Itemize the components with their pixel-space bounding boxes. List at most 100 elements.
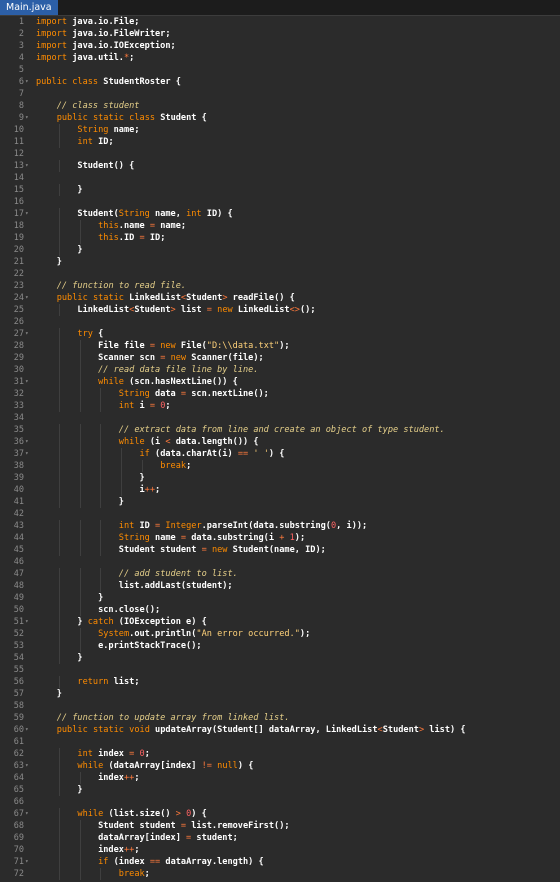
fold-arrow-icon[interactable]: ▾ <box>25 292 33 304</box>
code-line[interactable]: 34 <box>0 412 560 424</box>
fold-arrow-icon[interactable]: ▾ <box>25 328 33 340</box>
fold-arrow-icon[interactable]: ▾ <box>25 436 33 448</box>
code-text[interactable]: } <box>36 472 144 484</box>
code-text[interactable]: index++; <box>36 772 139 784</box>
fold-arrow-icon[interactable]: ▾ <box>25 112 33 124</box>
code-line[interactable]: 62 int index = 0; <box>0 748 560 760</box>
code-line[interactable]: 6 ▾ public class StudentRoster { <box>0 76 560 88</box>
code-line[interactable]: 9 ▾ public static class Student { <box>0 112 560 124</box>
code-line[interactable]: 39 } <box>0 472 560 484</box>
fold-arrow-icon[interactable]: ▾ <box>25 376 33 388</box>
code-text[interactable]: String name; <box>36 124 139 136</box>
code-text[interactable]: } <box>36 688 62 700</box>
code-line[interactable]: 40 i++; <box>0 484 560 496</box>
code-text[interactable]: } <box>36 784 82 796</box>
code-line[interactable]: 8 // class student <box>0 100 560 112</box>
code-text[interactable]: int ID = Integer.parseInt(data.substring… <box>36 520 367 532</box>
code-text[interactable]: int index = 0; <box>36 748 150 760</box>
code-text[interactable]: while (i < data.length()) { <box>36 436 259 448</box>
code-line[interactable]: 25 LinkedList<Student> list = new Linked… <box>0 304 560 316</box>
code-line[interactable]: 11 int ID; <box>0 136 560 148</box>
code-text[interactable]: // read data file line by line. <box>36 364 258 376</box>
code-line[interactable]: 41 } <box>0 496 560 508</box>
code-line[interactable]: 50 scn.close(); <box>0 604 560 616</box>
code-line[interactable]: 52 System.out.println("An error occurred… <box>0 628 560 640</box>
code-text[interactable]: dataArray[index] = student; <box>36 832 238 844</box>
code-text[interactable]: } <box>36 592 103 604</box>
code-line[interactable]: 37 ▾ if (data.charAt(i) == ' ') { <box>0 448 560 460</box>
code-text[interactable]: if (index == dataArray.length) { <box>36 856 264 868</box>
code-line[interactable]: 30 // read data file line by line. <box>0 364 560 376</box>
code-line[interactable]: 5 <box>0 64 560 76</box>
code-text[interactable]: public class StudentRoster { <box>36 76 181 88</box>
code-line[interactable]: 71 ▾ if (index == dataArray.length) { <box>0 856 560 868</box>
code-line[interactable]: 19 this.ID = ID; <box>0 232 560 244</box>
code-line[interactable]: 14 <box>0 172 560 184</box>
code-text[interactable]: import java.io.File; <box>36 16 139 28</box>
code-text[interactable]: } <box>36 496 124 508</box>
fold-arrow-icon[interactable]: ▾ <box>25 448 33 460</box>
code-line[interactable]: 66 <box>0 796 560 808</box>
code-text[interactable]: } <box>36 652 82 664</box>
code-line[interactable]: 21 } <box>0 256 560 268</box>
code-text[interactable]: // class student <box>36 100 140 112</box>
code-text[interactable]: Scanner scn = new Scanner(file); <box>36 352 264 364</box>
code-line[interactable]: 4 import java.util.*; <box>0 52 560 64</box>
code-text[interactable]: } catch (IOException e) { <box>36 616 206 628</box>
code-line[interactable]: 60 ▾ public static void updateArray(Stude… <box>0 724 560 736</box>
code-line[interactable]: 16 <box>0 196 560 208</box>
code-line[interactable]: 44 String name = data.substring(i + 1); <box>0 532 560 544</box>
code-text[interactable]: } <box>36 256 62 268</box>
code-line[interactable]: 70 index++; <box>0 844 560 856</box>
code-text[interactable]: int i = 0; <box>36 400 171 412</box>
code-line[interactable]: 48 list.addLast(student); <box>0 580 560 592</box>
code-text[interactable]: int ID; <box>36 136 113 148</box>
code-text[interactable]: System.out.println("An error occurred.")… <box>36 628 310 640</box>
code-text[interactable]: } <box>36 244 82 256</box>
code-line[interactable]: 23 // function to read file. <box>0 280 560 292</box>
code-text[interactable]: while (scn.hasNextLine()) { <box>36 376 238 388</box>
code-line[interactable]: 28 File file = new File("D:\\data.txt"); <box>0 340 560 352</box>
code-text[interactable]: // function to update array from linked … <box>36 712 290 724</box>
code-line[interactable]: 43 int ID = Integer.parseInt(data.substr… <box>0 520 560 532</box>
code-line[interactable]: 42 <box>0 508 560 520</box>
fold-arrow-icon[interactable]: ▾ <box>25 208 33 220</box>
code-line[interactable]: 47 // add student to list. <box>0 568 560 580</box>
code-line[interactable]: 26 <box>0 316 560 328</box>
code-line[interactable]: 1 import java.io.File; <box>0 16 560 28</box>
code-line[interactable]: 3 import java.io.IOException; <box>0 40 560 52</box>
code-line[interactable]: 12 <box>0 148 560 160</box>
code-line[interactable]: 36 ▾ while (i < data.length()) { <box>0 436 560 448</box>
code-line[interactable]: 58 <box>0 700 560 712</box>
code-text[interactable]: scn.close(); <box>36 604 160 616</box>
code-line[interactable]: 53 e.printStackTrace(); <box>0 640 560 652</box>
code-text[interactable]: this.name = name; <box>36 220 186 232</box>
code-line[interactable]: 68 Student student = list.removeFirst(); <box>0 820 560 832</box>
code-editor[interactable]: Main.java 1 import java.io.File; 2 import j… <box>0 0 560 882</box>
code-line[interactable]: 63 ▾ while (dataArray[index] != null) { <box>0 760 560 772</box>
code-text[interactable]: try { <box>36 328 103 340</box>
code-line[interactable]: 46 <box>0 556 560 568</box>
code-text[interactable]: i++; <box>36 484 160 496</box>
code-text[interactable]: this.ID = ID; <box>36 232 165 244</box>
code-text[interactable]: Student student = new Student(name, ID); <box>36 544 326 556</box>
code-line[interactable]: 32 String data = scn.nextLine(); <box>0 388 560 400</box>
code-text[interactable]: public static void updateArray(Student[]… <box>36 724 466 736</box>
code-line[interactable]: 29 Scanner scn = new Scanner(file); <box>0 352 560 364</box>
code-line[interactable]: 55 <box>0 664 560 676</box>
code-text[interactable]: return list; <box>36 676 139 688</box>
code-line[interactable]: 72 break; <box>0 868 560 880</box>
code-line[interactable]: 20 } <box>0 244 560 256</box>
code-line[interactable]: 13 ▾ Student() { <box>0 160 560 172</box>
code-text[interactable]: Student student = list.removeFirst(); <box>36 820 289 832</box>
code-text[interactable]: e.printStackTrace(); <box>36 640 202 652</box>
code-line[interactable]: 33 int i = 0; <box>0 400 560 412</box>
tab-main-java[interactable]: Main.java <box>0 0 58 15</box>
code-text[interactable]: list.addLast(student); <box>36 580 233 592</box>
code-text[interactable]: LinkedList<Student> list = new LinkedLis… <box>36 304 315 316</box>
code-text[interactable]: File file = new File("D:\\data.txt"); <box>36 340 290 352</box>
code-text[interactable]: break; <box>36 868 150 880</box>
code-text[interactable]: Student() { <box>36 160 134 172</box>
fold-arrow-icon[interactable]: ▾ <box>25 856 33 868</box>
code-line[interactable]: 35 // extract data from line and create … <box>0 424 560 436</box>
